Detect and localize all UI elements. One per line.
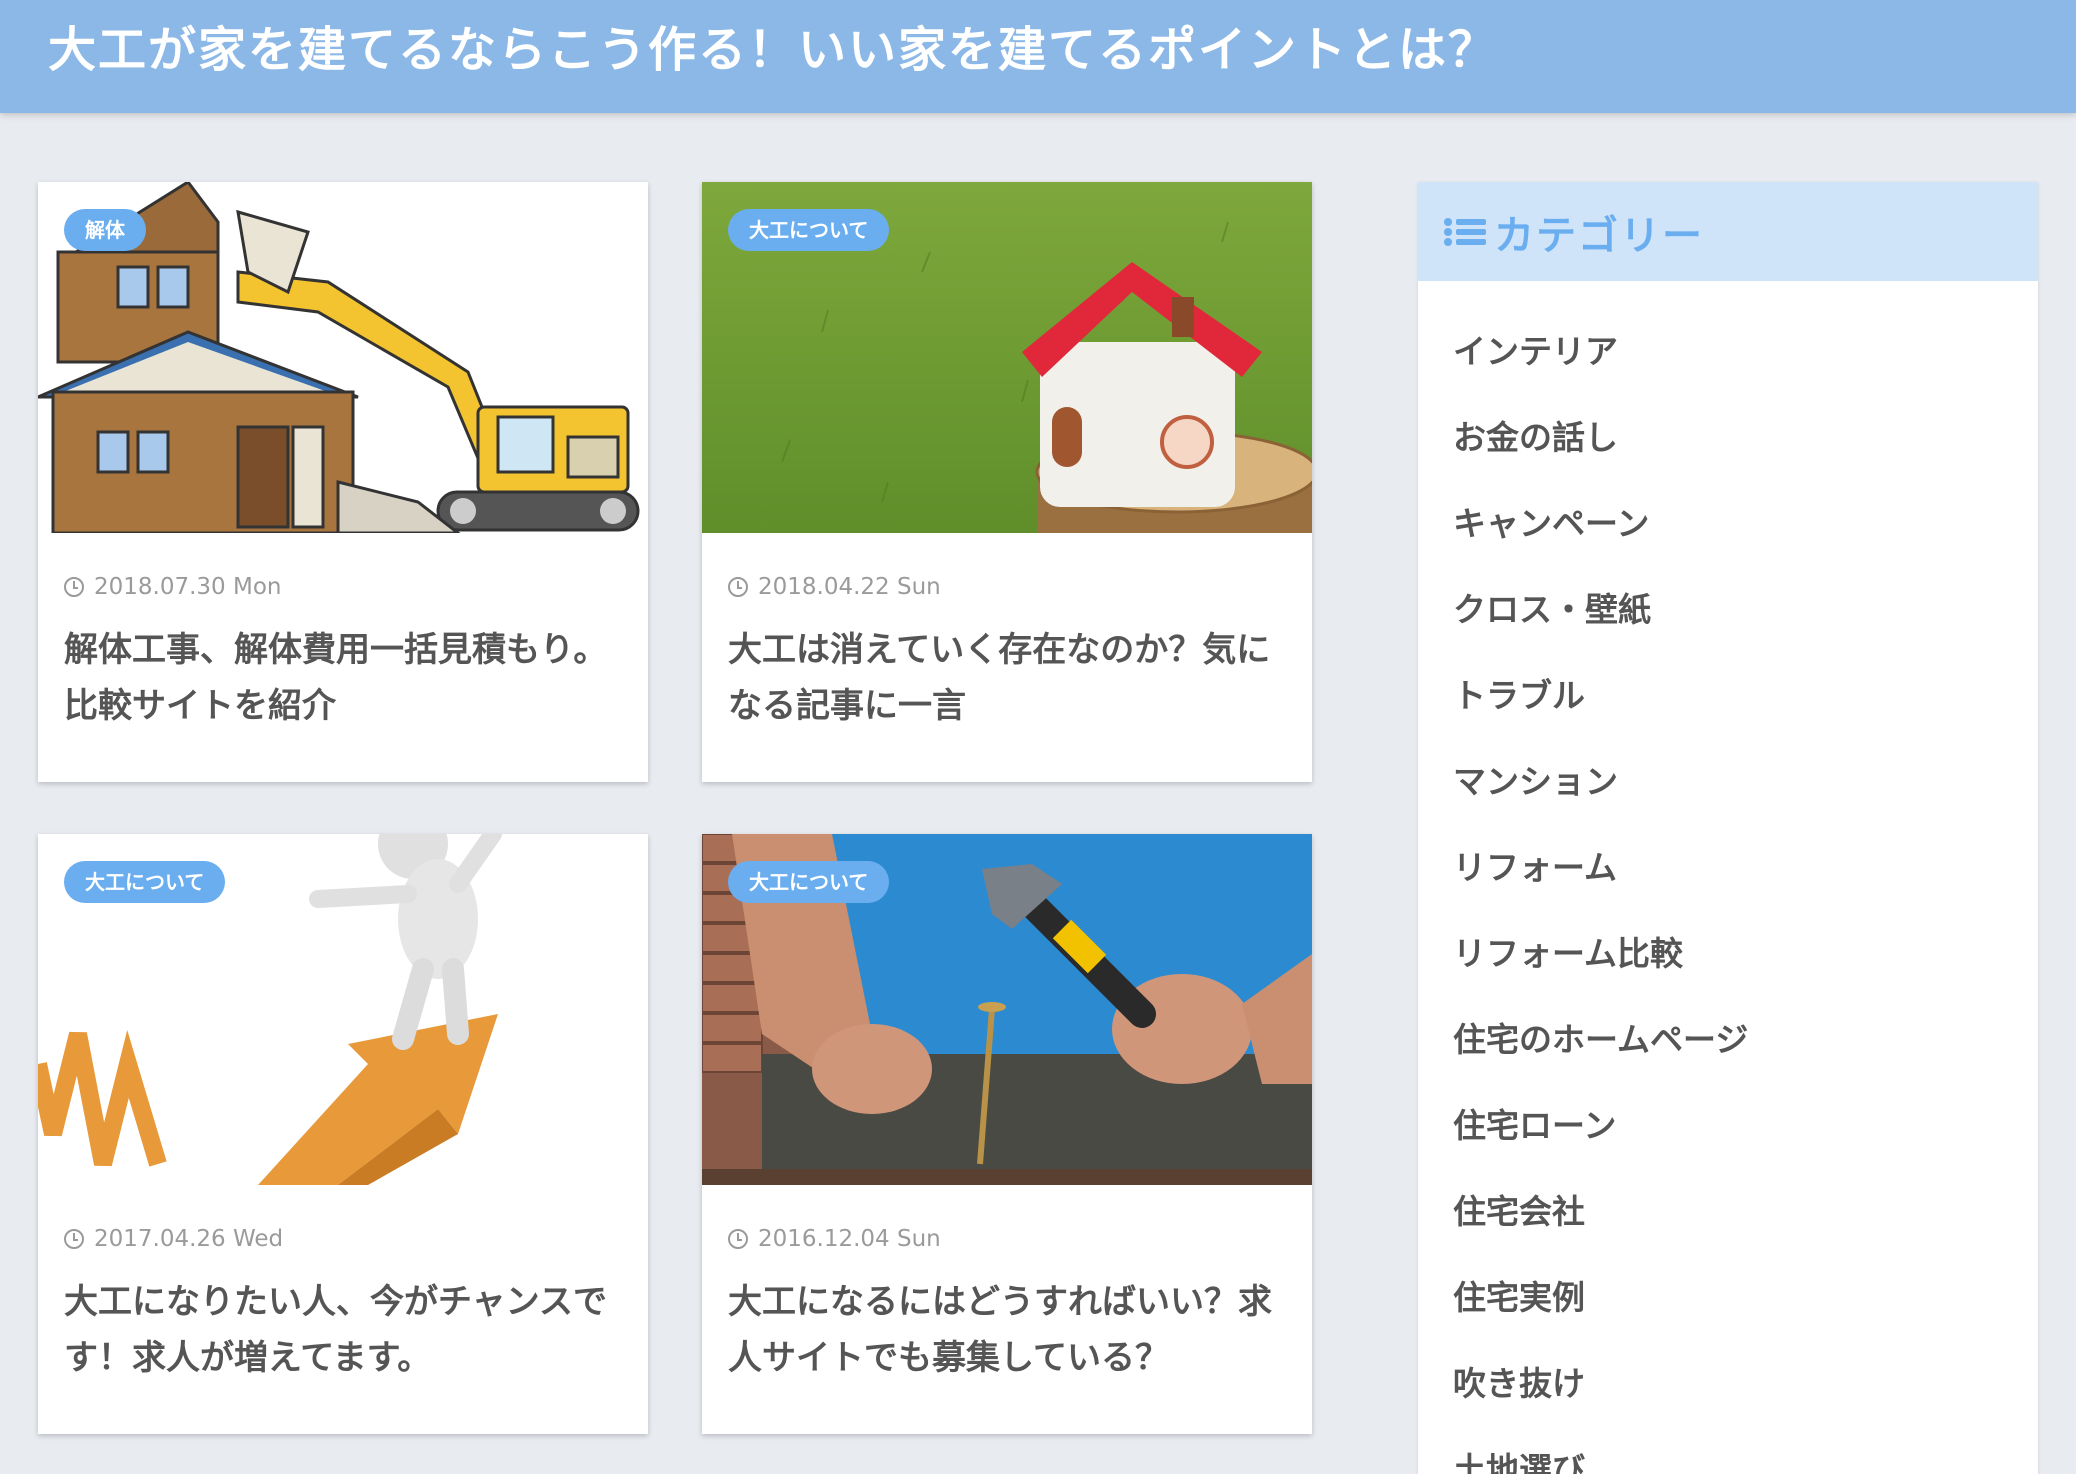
post-card[interactable]: 解体 2018.07.30 Mon 解体工事、解体費用一括見積もり。比較サイトを… — [38, 182, 648, 782]
clock-icon — [728, 1229, 748, 1249]
post-card[interactable]: 大工について 2016.12.04 Sun 大工になるにはどうすればいい？求人サ… — [702, 834, 1312, 1434]
post-title[interactable]: 解体工事、解体費用一括見積もり。比較サイトを紹介 — [64, 622, 624, 734]
category-link[interactable]: マンション — [1418, 739, 2038, 825]
clock-icon — [64, 577, 84, 597]
sidebar-heading: カテゴリー — [1418, 182, 2038, 281]
clock-icon — [64, 1229, 84, 1249]
category-link[interactable]: 土地選び — [1418, 1427, 2038, 1474]
list-icon — [1444, 217, 1486, 247]
category-link[interactable]: 住宅会社 — [1418, 1169, 2038, 1255]
category-link[interactable]: リフォーム — [1418, 825, 2038, 911]
post-date: 2016.12.04 Sun — [728, 1226, 941, 1252]
category-link[interactable]: 吹き抜け — [1418, 1341, 2038, 1427]
category-link[interactable]: キャンペーン — [1418, 481, 2038, 567]
category-link[interactable]: お金の話し — [1418, 395, 2038, 481]
post-date-text: 2016.12.04 Sun — [758, 1226, 941, 1252]
category-link[interactable]: クロス・壁紙 — [1418, 567, 2038, 653]
category-badge[interactable]: 大工について — [64, 861, 226, 903]
post-title[interactable]: 大工になるにはどうすればいい？求人サイトでも募集している？ — [728, 1274, 1288, 1386]
post-date-text: 2018.07.30 Mon — [94, 574, 282, 600]
category-link[interactable]: 住宅のホームページ — [1418, 997, 2038, 1083]
sidebar-title: カテゴリー — [1494, 212, 1704, 259]
post-date: 2018.04.22 Sun — [728, 574, 941, 600]
post-date: 2017.04.26 Wed — [64, 1226, 283, 1252]
site-title[interactable]: 大工が家を建てるならこう作る！いい家を建てるポイントとは？ — [48, 0, 1498, 100]
post-date-text: 2018.04.22 Sun — [758, 574, 941, 600]
category-list: インテリア お金の話し キャンペーン クロス・壁紙 トラブル マンション リフォ… — [1418, 281, 2038, 1474]
category-link[interactable]: 住宅実例 — [1418, 1255, 2038, 1341]
category-link[interactable]: トラブル — [1418, 653, 2038, 739]
category-sidebar: カテゴリー インテリア お金の話し キャンペーン クロス・壁紙 トラブル マンシ… — [1418, 182, 2038, 1474]
category-badge[interactable]: 大工について — [728, 209, 890, 251]
post-card[interactable]: 大工について 2018.04.22 Sun 大工は消えていく存在なのか？気になる… — [702, 182, 1312, 782]
category-badge[interactable]: 解体 — [64, 209, 146, 251]
category-link[interactable]: インテリア — [1418, 309, 2038, 395]
category-link[interactable]: リフォーム比較 — [1418, 911, 2038, 997]
post-date-text: 2017.04.26 Wed — [94, 1226, 284, 1252]
site-header: 大工が家を建てるならこう作る！いい家を建てるポイントとは？ — [0, 0, 2076, 113]
clock-icon — [728, 577, 748, 597]
category-badge[interactable]: 大工について — [728, 861, 890, 903]
post-date: 2018.07.30 Mon — [64, 574, 282, 600]
post-card[interactable]: 大工について 2017.04.26 Wed 大工になりたい人、今がチャンスです！… — [38, 834, 648, 1434]
post-title[interactable]: 大工は消えていく存在なのか？気になる記事に一言 — [728, 622, 1288, 734]
category-link[interactable]: 住宅ローン — [1418, 1083, 2038, 1169]
post-title[interactable]: 大工になりたい人、今がチャンスです！求人が増えてます。 — [64, 1274, 624, 1386]
